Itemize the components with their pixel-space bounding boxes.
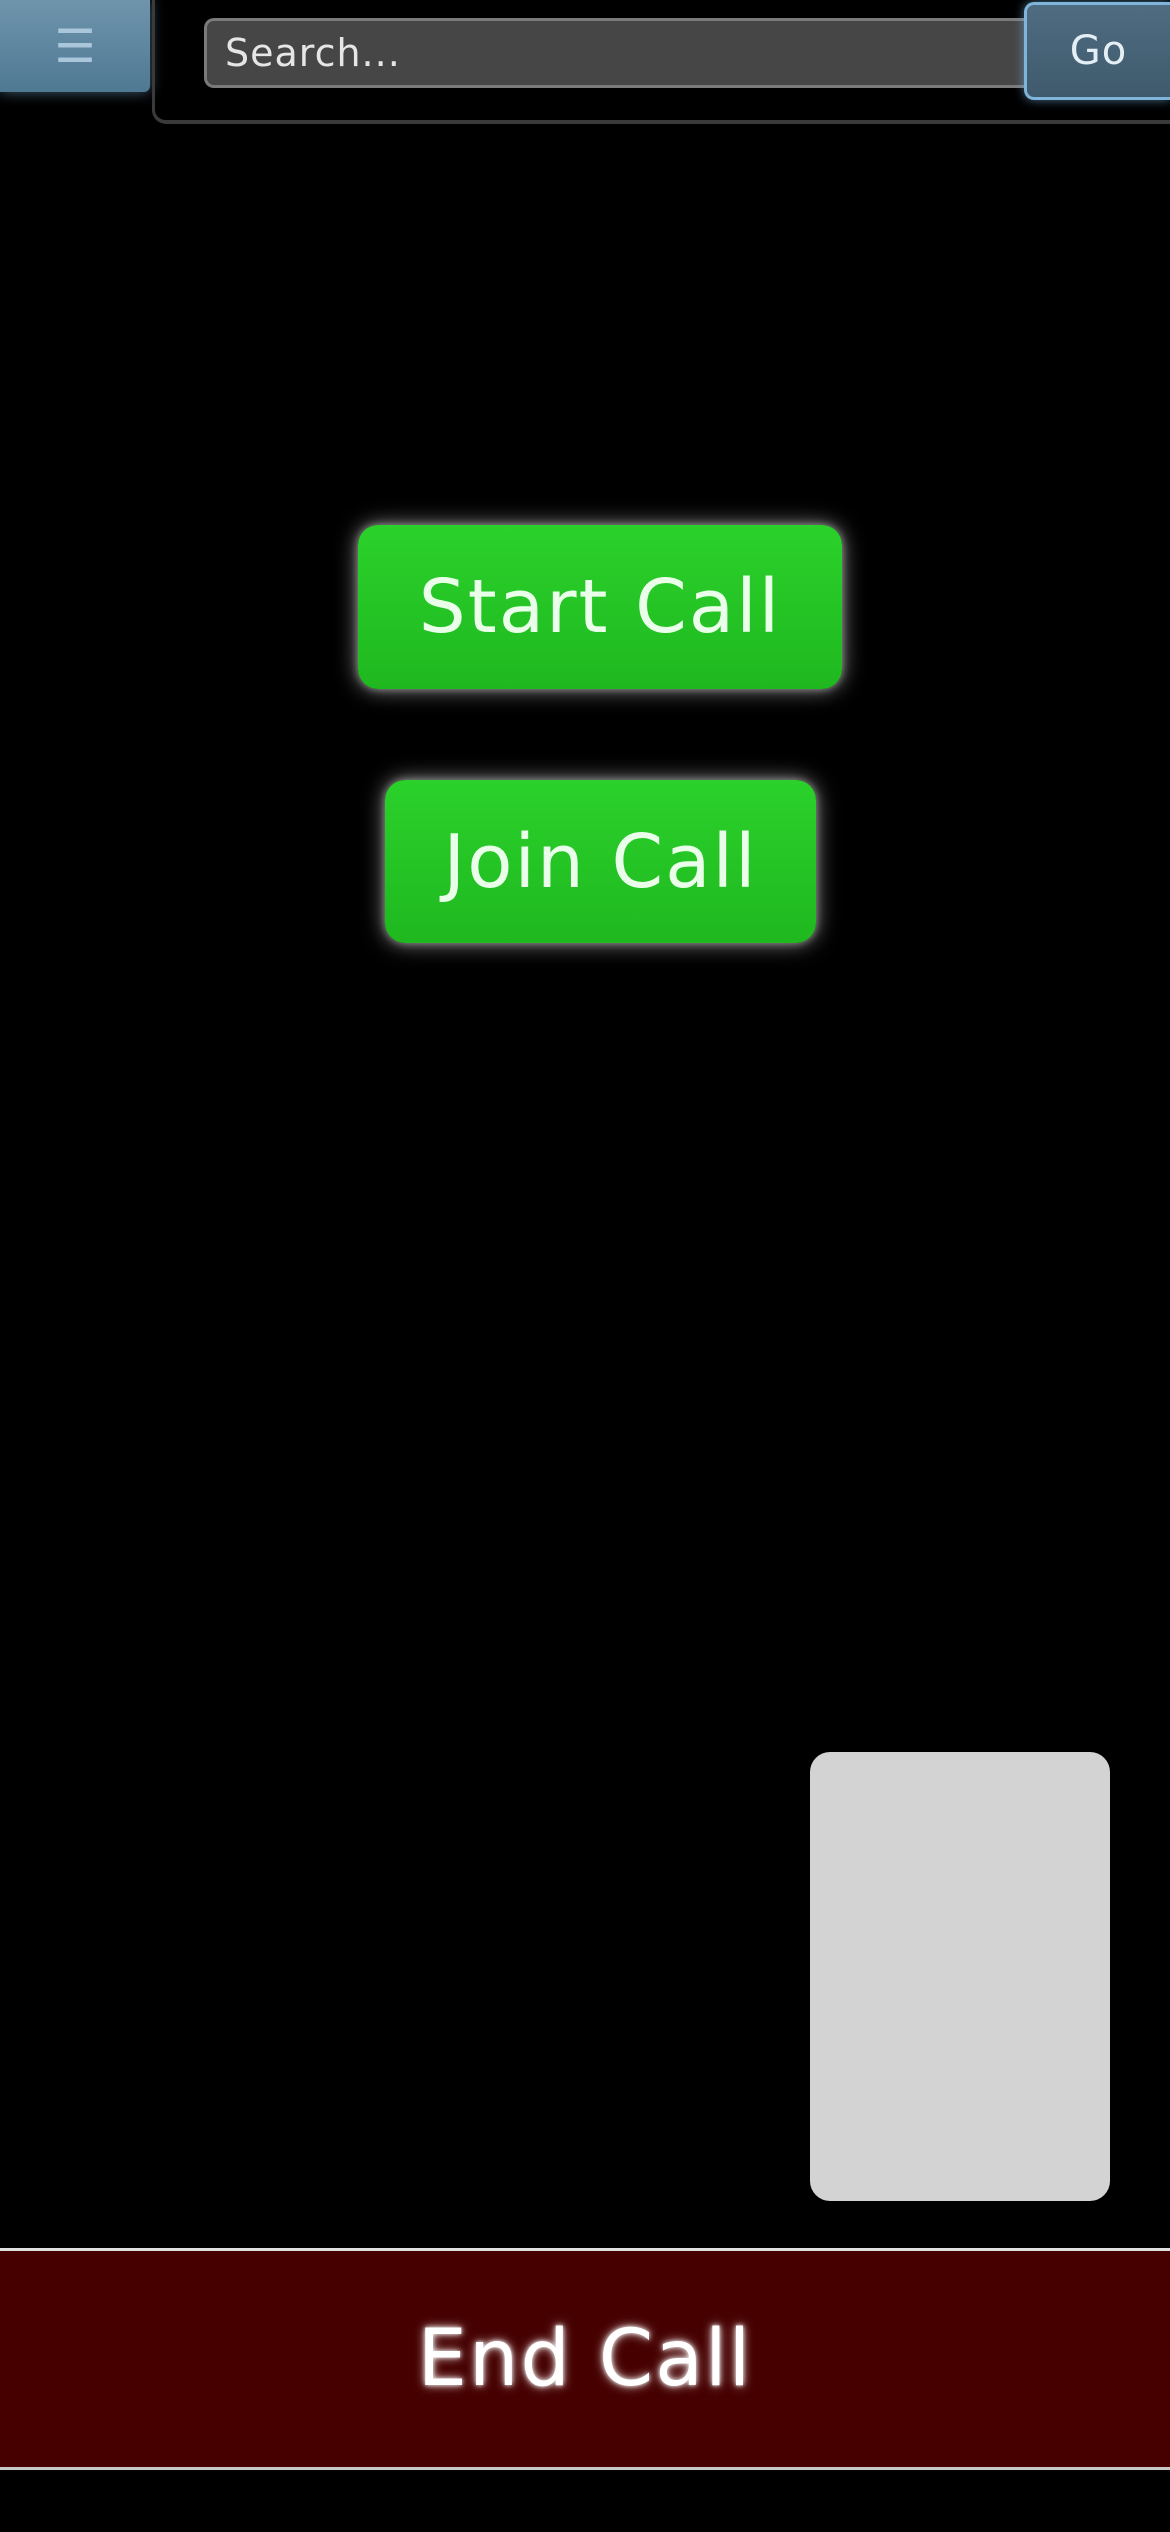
- menu-button[interactable]: ☰: [0, 0, 150, 92]
- end-call-button[interactable]: End Call: [0, 2248, 1170, 2470]
- search-input[interactable]: [204, 18, 1034, 88]
- go-button[interactable]: Go: [1024, 2, 1170, 100]
- self-view-video: [810, 1752, 1110, 2201]
- start-call-button[interactable]: Start Call: [358, 525, 842, 689]
- hamburger-icon: ☰: [54, 19, 96, 73]
- join-call-button[interactable]: Join Call: [385, 780, 816, 943]
- call-screen: ☰ Go Start Call Join Call End Call: [0, 0, 1170, 2532]
- end-call-label: End Call: [417, 2314, 753, 2404]
